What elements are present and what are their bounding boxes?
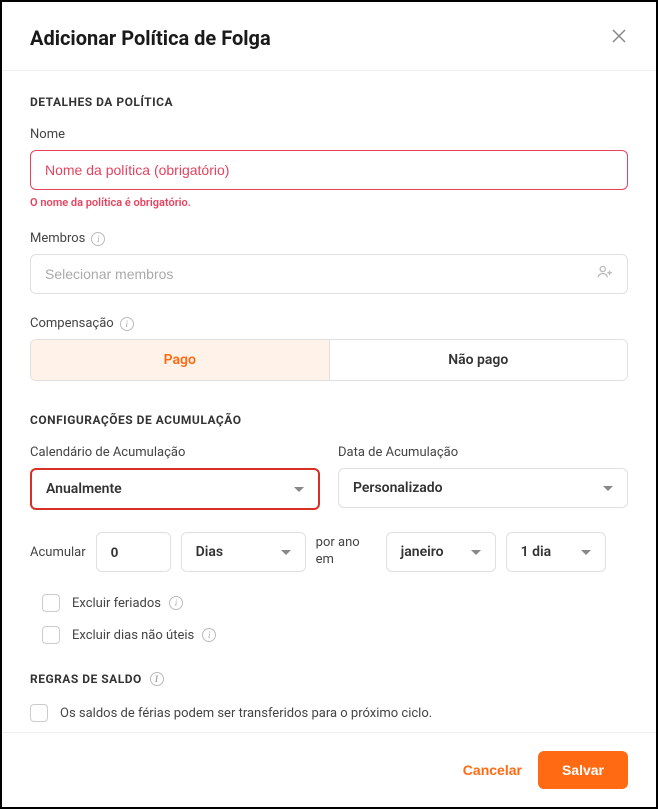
chevron-down-icon <box>471 550 481 555</box>
info-icon[interactable]: i <box>202 628 216 642</box>
per-year-label: por ano em <box>316 535 376 569</box>
name-label: Nome <box>30 127 628 142</box>
chevron-down-icon <box>281 550 291 555</box>
members-label: Membros <box>30 231 85 246</box>
section-title-details: DETALHES DA POLÍTICA <box>30 95 628 109</box>
chevron-down-icon <box>294 487 304 492</box>
carryover-checkbox[interactable] <box>30 704 48 722</box>
compensation-paid[interactable]: Pago <box>31 340 330 380</box>
exclude-nonwork-checkbox[interactable] <box>42 626 60 644</box>
accrual-date-select[interactable]: Personalizado <box>338 468 628 508</box>
exclude-holidays-checkbox[interactable] <box>42 594 60 612</box>
schedule-label: Calendário de Acumulação <box>30 445 320 460</box>
compensation-unpaid[interactable]: Não pago <box>330 340 628 380</box>
info-icon[interactable]: i <box>150 672 164 686</box>
schedule-value: Anualmente <box>46 481 122 497</box>
day-select[interactable]: 1 dia <box>506 532 606 572</box>
info-icon[interactable]: i <box>91 232 105 246</box>
accrue-unit-select[interactable]: Dias <box>181 532 306 572</box>
compensation-label: Compensação <box>30 316 114 331</box>
accrue-label: Acumular <box>30 545 86 560</box>
section-title-accrual: CONFIGURAÇÕES DE ACUMULAÇÃO <box>30 413 628 427</box>
save-button[interactable]: Salvar <box>538 751 628 789</box>
accrual-date-value: Personalizado <box>353 480 443 496</box>
name-error: O nome da política é obrigatório. <box>30 196 628 209</box>
name-input[interactable] <box>30 150 628 190</box>
cancel-button[interactable]: Cancelar <box>463 762 522 778</box>
accrue-amount-input[interactable] <box>96 532 171 572</box>
info-icon[interactable]: i <box>120 317 134 331</box>
exclude-holidays-label: Excluir feriados <box>72 596 161 611</box>
members-input[interactable] <box>30 254 628 294</box>
month-select[interactable]: janeiro <box>386 532 496 572</box>
info-icon[interactable]: i <box>169 596 183 610</box>
accrue-unit-value: Dias <box>196 544 223 560</box>
add-person-icon[interactable] <box>596 263 614 285</box>
chevron-down-icon <box>603 486 613 491</box>
day-value: 1 dia <box>521 544 552 560</box>
section-title-balance: REGRAS DE SALDO <box>30 672 142 686</box>
compensation-toggle: Pago Não pago <box>30 339 628 381</box>
month-value: janeiro <box>401 544 444 560</box>
schedule-select[interactable]: Anualmente <box>30 468 320 510</box>
close-button[interactable] <box>610 27 628 49</box>
chevron-down-icon <box>581 550 591 555</box>
accrual-date-label: Data de Acumulação <box>338 445 628 460</box>
carryover-label: Os saldos de férias podem ser transferid… <box>60 706 432 721</box>
modal-title: Adicionar Política de Folga <box>30 26 271 50</box>
exclude-nonwork-label: Excluir dias não úteis <box>72 628 194 643</box>
close-icon <box>610 27 628 45</box>
